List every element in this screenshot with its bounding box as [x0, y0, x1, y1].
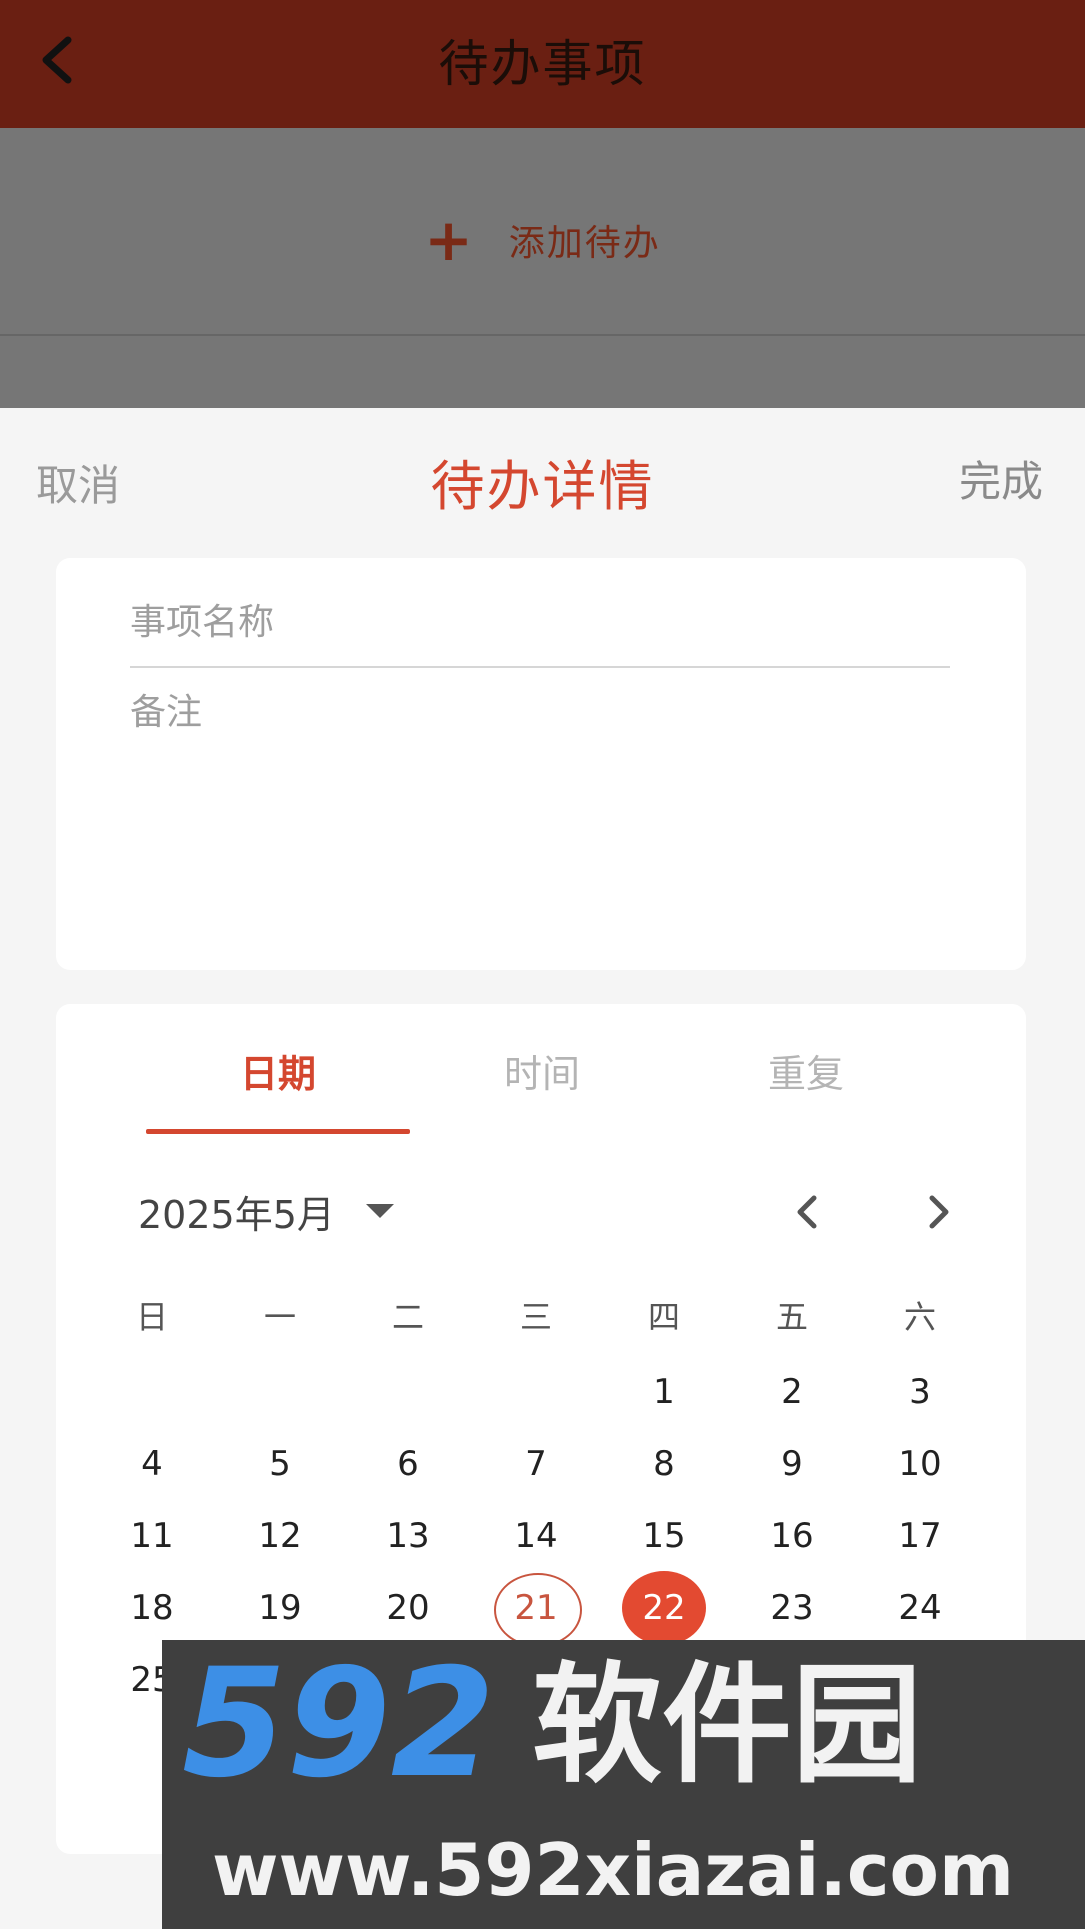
- tab-repeat-label: 重复: [767, 1052, 844, 1096]
- month-row: 2025年5月: [138, 1176, 958, 1246]
- chevron-left-icon: [797, 1195, 817, 1229]
- calendar-day[interactable]: 16: [728, 1500, 856, 1572]
- weekday-label: 五: [775, 1298, 808, 1336]
- next-month-button[interactable]: [908, 1182, 968, 1242]
- calendar-day[interactable]: 9: [728, 1428, 856, 1500]
- day-number: 5: [269, 1444, 291, 1484]
- tab-time[interactable]: 时间: [410, 1034, 674, 1134]
- calendar-day[interactable]: 1: [600, 1356, 728, 1428]
- weekday-label: 四: [647, 1298, 680, 1336]
- calendar-day[interactable]: 11: [88, 1500, 216, 1572]
- weekday-label: 六: [903, 1298, 936, 1336]
- calendar-day[interactable]: 15: [600, 1500, 728, 1572]
- day-number: 13: [386, 1516, 430, 1556]
- month-label: 2025年5月: [138, 1193, 335, 1237]
- day-number: 3: [909, 1372, 931, 1412]
- app-header: 待办事项: [0, 0, 1085, 128]
- day-number: 1: [653, 1372, 675, 1412]
- sheet-title: 待办详情: [430, 455, 655, 518]
- day-number: 18: [130, 1588, 174, 1628]
- chevron-right-icon: [929, 1195, 949, 1229]
- day-number: 17: [898, 1516, 942, 1556]
- calendar-day[interactable]: 17: [856, 1500, 984, 1572]
- watermark-number: 592: [182, 1640, 495, 1811]
- tab-date-label: 日期: [239, 1052, 316, 1096]
- weekday-header: 日 一 二 三 四 五 六: [88, 1292, 988, 1352]
- calendar-day[interactable]: 19: [216, 1572, 344, 1644]
- calendar-day[interactable]: 2: [728, 1356, 856, 1428]
- calendar-day[interactable]: 6: [344, 1428, 472, 1500]
- item-name-input[interactable]: [130, 578, 950, 668]
- add-todo-button[interactable]: + 添加待办: [0, 200, 1085, 280]
- weekday-label: 一: [263, 1298, 296, 1336]
- day-number: 7: [525, 1444, 547, 1484]
- calendar-day[interactable]: 3: [856, 1356, 984, 1428]
- done-button[interactable]: 完成: [959, 448, 1043, 509]
- day-number: 24: [898, 1588, 942, 1628]
- day-number: 23: [770, 1588, 814, 1628]
- divider: [0, 334, 1085, 336]
- dimmed-list-area: + 添加待办: [0, 128, 1085, 408]
- caret-down-icon: [366, 1204, 394, 1218]
- tab-time-label: 时间: [503, 1052, 580, 1096]
- day-number: 10: [898, 1444, 942, 1484]
- weekday-label: 二: [391, 1298, 424, 1336]
- watermark-url: www.592xiazai.com: [212, 1828, 1014, 1912]
- day-number: 9: [781, 1444, 803, 1484]
- watermark-banner: 592 软件园 www.592xiazai.com: [162, 1640, 1085, 1929]
- tab-active-indicator: [146, 1129, 410, 1134]
- calendar-day[interactable]: 7: [472, 1428, 600, 1500]
- day-number: 14: [514, 1516, 558, 1556]
- today-day[interactable]: 21: [472, 1572, 600, 1647]
- calendar-day[interactable]: 10: [856, 1428, 984, 1500]
- note-input[interactable]: [130, 683, 950, 943]
- calendar-day[interactable]: 18: [88, 1572, 216, 1644]
- day-number: 4: [141, 1444, 163, 1484]
- day-number: 19: [258, 1588, 302, 1628]
- tab-bar: 日期 时间 重复: [146, 1034, 936, 1134]
- day-number: 12: [258, 1516, 302, 1556]
- weekday-label: 三: [519, 1298, 552, 1336]
- calendar-day[interactable]: 14: [472, 1500, 600, 1572]
- form-card: [56, 558, 1026, 970]
- watermark-logo: 592 软件园 www.592xiazai.com: [182, 1640, 1014, 1912]
- prev-month-button[interactable]: [778, 1182, 838, 1242]
- sheet-header: 取消 待办详情 完成: [0, 442, 1085, 522]
- calendar-day[interactable]: 12: [216, 1500, 344, 1572]
- watermark-brand: 软件园: [532, 1649, 922, 1801]
- page-title: 待办事项: [438, 35, 647, 93]
- day-number: 16: [770, 1516, 814, 1556]
- calendar-day[interactable]: 24: [856, 1572, 984, 1644]
- day-number: 2: [781, 1372, 803, 1412]
- day-number: 6: [397, 1444, 419, 1484]
- calendar-day[interactable]: 13: [344, 1500, 472, 1572]
- day-number: 15: [642, 1516, 686, 1556]
- plus-icon: +: [424, 206, 473, 274]
- weekday-label: 日: [135, 1298, 168, 1336]
- selected-day[interactable]: 22: [600, 1571, 728, 1645]
- day-number: 8: [653, 1444, 675, 1484]
- tab-date[interactable]: 日期: [146, 1034, 410, 1134]
- tab-repeat[interactable]: 重复: [674, 1034, 938, 1134]
- calendar-day[interactable]: 4: [88, 1428, 216, 1500]
- add-todo-label: 添加待办: [508, 223, 661, 264]
- calendar-day[interactable]: 23: [728, 1572, 856, 1644]
- day-number: 20: [386, 1588, 430, 1628]
- day-number: 22: [642, 1588, 686, 1628]
- calendar-day[interactable]: 5: [216, 1428, 344, 1500]
- day-number: 11: [130, 1516, 174, 1556]
- day-number: 21: [514, 1588, 558, 1628]
- calendar-day[interactable]: 20: [344, 1572, 472, 1644]
- calendar-day[interactable]: 8: [600, 1428, 728, 1500]
